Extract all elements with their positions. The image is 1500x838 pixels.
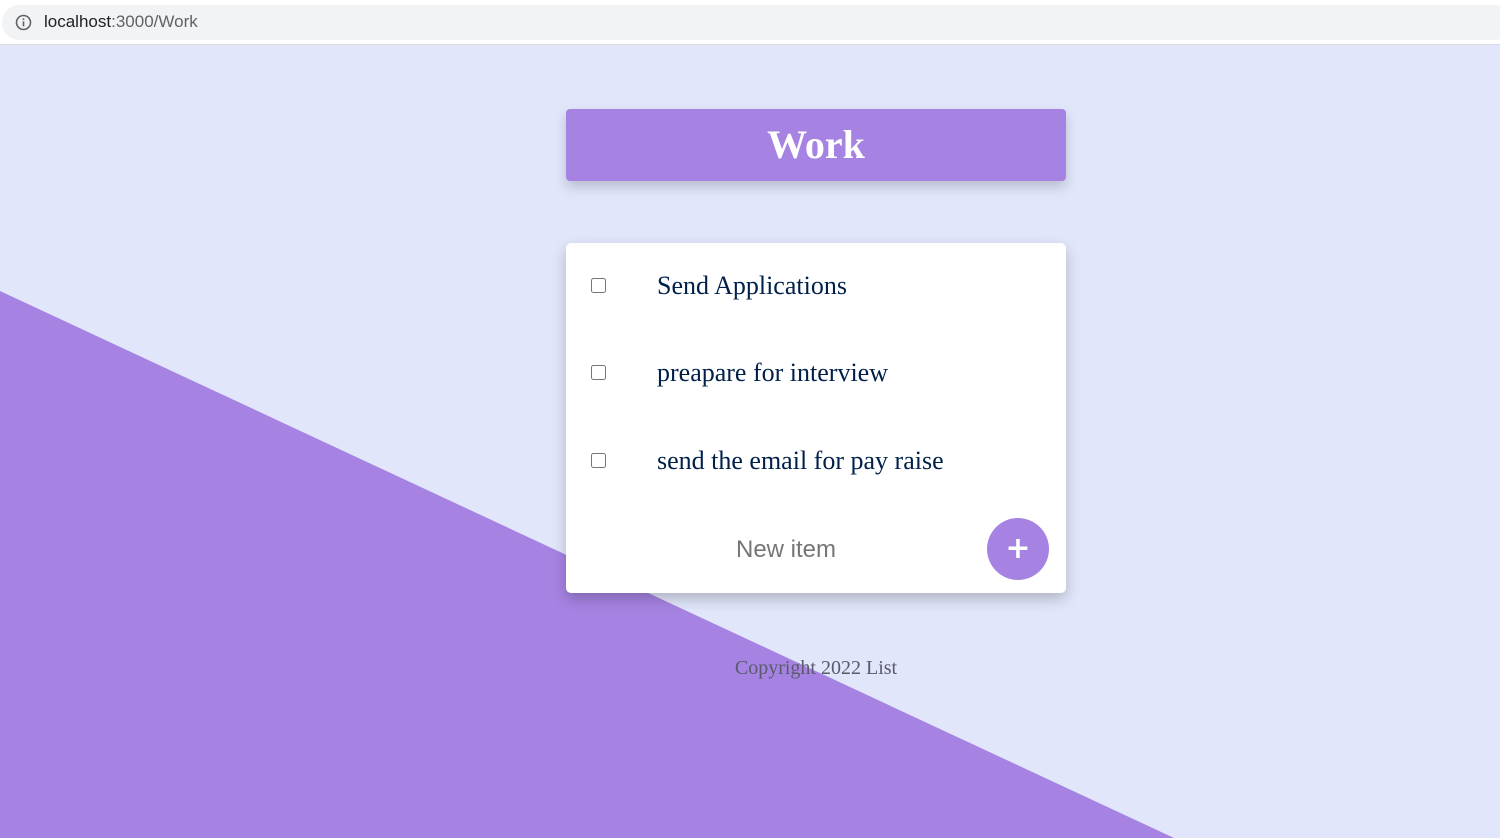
new-item-input[interactable] xyxy=(686,532,886,568)
browser-address-bar: localhost:3000/Work xyxy=(0,0,1500,45)
url-path: :3000/Work xyxy=(111,12,198,31)
list-item: preapare for interview xyxy=(566,343,1066,403)
list-item: send the email for pay raise xyxy=(566,431,1066,491)
url-host: localhost xyxy=(44,12,112,31)
item-checkbox[interactable] xyxy=(591,453,606,468)
item-label: Send Applications xyxy=(657,271,847,300)
item-checkbox[interactable] xyxy=(591,278,606,293)
plus-icon: + xyxy=(1005,531,1031,566)
item-label: send the email for pay raise xyxy=(657,446,944,475)
item-checkbox[interactable] xyxy=(591,365,606,380)
footer-copyright: Copyright 2022 List xyxy=(734,657,898,679)
item-label: preapare for interview xyxy=(657,358,888,387)
list-item: Send Applications xyxy=(566,256,1066,316)
list-header: Work xyxy=(566,109,1066,181)
add-item-button[interactable]: + xyxy=(987,518,1049,580)
address-field[interactable] xyxy=(2,5,1500,40)
url-text[interactable]: localhost:3000/Work xyxy=(44,11,198,33)
list-title: Work xyxy=(767,122,865,167)
todo-list-card: Send Applications preapare for interview… xyxy=(566,243,1066,593)
info-circle-icon[interactable] xyxy=(15,14,32,31)
